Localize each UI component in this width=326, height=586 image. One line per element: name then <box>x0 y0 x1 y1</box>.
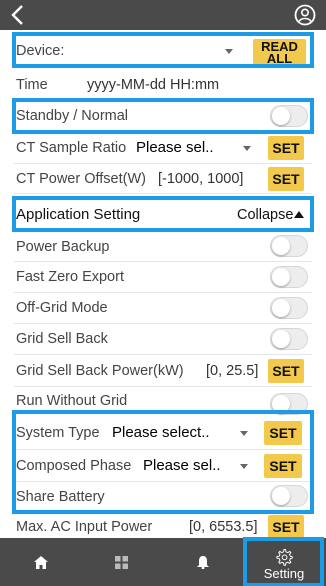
grid-sell-back-label: Grid Sell Back <box>16 331 108 347</box>
home-icon <box>33 555 48 569</box>
time-label: Time <box>16 76 48 93</box>
chevron-down-icon[interactable] <box>243 146 251 151</box>
ct-sample-ratio-label: CT Sample Ratio <box>16 139 127 156</box>
highlight-device <box>12 32 314 68</box>
chevron-left-icon[interactable] <box>8 2 28 28</box>
grid-icon <box>115 555 128 569</box>
highlight-system-group <box>12 410 314 514</box>
ct-power-offset-row: CT Power Offset(W) [-1000, 1000] SET <box>14 164 312 194</box>
max-ac-input-power-range[interactable]: [0, 6553.5] <box>189 519 258 535</box>
grid-sell-back-row: Grid Sell Back <box>14 324 312 355</box>
fast-zero-export-label: Fast Zero Export <box>16 269 124 285</box>
top-bar <box>0 0 326 30</box>
power-backup-label: Power Backup <box>16 238 110 255</box>
bell-icon <box>196 555 209 569</box>
tab-home[interactable] <box>0 538 81 586</box>
grid-sell-back-power-row: Grid Sell Back Power(kW) [0, 25.5] SET <box>14 355 312 387</box>
ct-power-offset-set-button[interactable]: SET <box>268 167 304 191</box>
fast-zero-export-toggle[interactable] <box>270 266 308 288</box>
ct-power-offset-range[interactable]: [-1000, 1000] <box>158 171 243 187</box>
run-without-grid-label: Run Without Grid <box>16 393 128 409</box>
ct-sample-ratio-row: CT Sample Ratio Please sel.. SET <box>14 132 312 164</box>
toggle-knob <box>272 268 290 286</box>
power-backup-row: Power Backup <box>14 232 312 262</box>
grid-sell-back-power-range[interactable]: [0, 25.5] <box>206 363 258 379</box>
fast-zero-export-row: Fast Zero Export <box>14 262 312 293</box>
max-ac-input-power-set-button[interactable]: SET <box>268 515 304 539</box>
set-button-label: SET <box>272 140 300 156</box>
time-row: Time yyyy-MM-dd HH:mm <box>14 70 312 100</box>
run-without-grid-row: Run Without Grid <box>14 387 312 415</box>
toggle-knob <box>272 237 290 255</box>
off-grid-mode-row: Off-Grid Mode <box>14 293 312 324</box>
max-ac-input-power-label: Max. AC Input Power <box>16 519 153 535</box>
tab-notifications[interactable] <box>162 538 243 586</box>
set-button-label: SET <box>272 171 300 187</box>
highlight-setting-tab <box>243 537 324 586</box>
tab-grid[interactable] <box>81 538 162 586</box>
highlight-application-setting <box>12 196 314 232</box>
grid-sell-back-toggle[interactable] <box>270 328 308 350</box>
toggle-knob <box>272 330 290 348</box>
ct-sample-ratio-select[interactable]: Please sel.. <box>136 139 214 156</box>
off-grid-mode-toggle[interactable] <box>270 297 308 319</box>
grid-sell-back-power-label: Grid Sell Back Power(kW) <box>16 362 184 379</box>
user-circle-icon[interactable] <box>294 4 316 26</box>
set-button-label: SET <box>272 363 300 379</box>
bottom-nav: Setting <box>0 537 326 586</box>
power-backup-toggle[interactable] <box>270 235 308 257</box>
ct-sample-ratio-set-button[interactable]: SET <box>268 136 304 160</box>
time-value: yyyy-MM-dd HH:mm <box>87 76 220 93</box>
off-grid-mode-label: Off-Grid Mode <box>16 300 108 316</box>
highlight-standby <box>12 98 314 134</box>
grid-sell-back-power-set-button[interactable]: SET <box>268 359 304 383</box>
set-button-label: SET <box>272 519 300 535</box>
toggle-knob <box>272 299 290 317</box>
ct-power-offset-label: CT Power Offset(W) <box>16 170 146 187</box>
